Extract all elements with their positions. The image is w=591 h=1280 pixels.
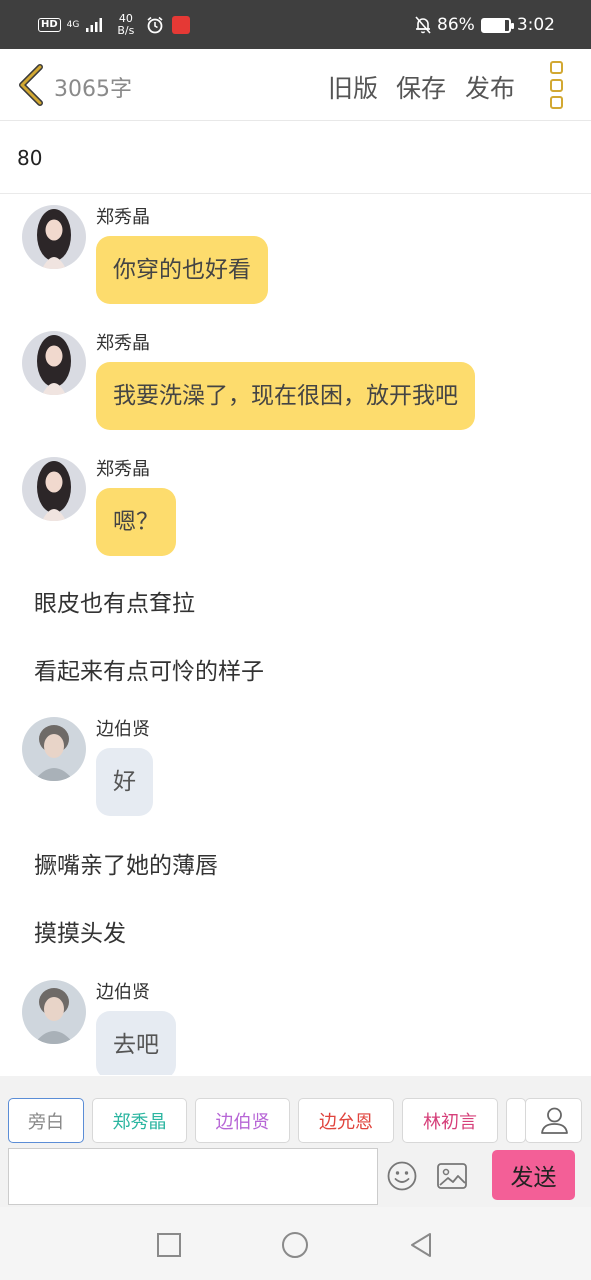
male-avatar xyxy=(22,980,86,1044)
narration-line[interactable]: 摸摸头发 xyxy=(34,914,126,948)
female-avatar xyxy=(22,457,86,521)
speed-unit: B/s xyxy=(117,24,135,37)
network-type: 4G xyxy=(66,20,80,30)
chat-message[interactable]: 边伯贤 去吧 xyxy=(0,978,591,1075)
character-chip[interactable]: 边伯贤 xyxy=(195,1098,290,1143)
chat-area[interactable]: 郑秀晶 你穿的也好看 郑秀晶 我要洗澡了，现在很困，放开我吧 郑秀晶 嗯？ 眼皮… xyxy=(0,195,591,1075)
save-button[interactable]: 保存 xyxy=(396,69,446,105)
character-chip[interactable]: 边允恩 xyxy=(298,1098,394,1143)
chat-message[interactable]: 边伯贤 好 xyxy=(0,715,591,825)
composer-bar: 旁白 郑秀晶 边伯贤 边允恩 林初言 发送 xyxy=(0,1076,591,1207)
mute-bell-icon xyxy=(415,16,431,34)
menu-dot xyxy=(550,78,563,92)
speech-bubble[interactable]: 嗯？ xyxy=(96,488,176,556)
status-bar-right: 86% 3:02 xyxy=(415,12,555,38)
chapter-title-row[interactable]: 80 xyxy=(0,122,591,194)
male-avatar xyxy=(22,717,86,781)
character-chip[interactable]: 林初言 xyxy=(402,1098,498,1143)
person-icon[interactable] xyxy=(525,1098,582,1143)
battery-icon xyxy=(480,17,514,33)
character-chip-overflow[interactable] xyxy=(506,1098,526,1143)
speech-bubble[interactable]: 好 xyxy=(96,748,153,816)
menu-dot xyxy=(550,61,563,74)
female-avatar xyxy=(22,331,86,395)
smiley-icon[interactable] xyxy=(386,1160,418,1192)
speech-bubble[interactable]: 我要洗澡了，现在很困，放开我吧 xyxy=(96,362,475,430)
circle-icon[interactable] xyxy=(281,1231,309,1259)
image-icon[interactable] xyxy=(436,1162,468,1190)
triangle-back-icon[interactable] xyxy=(407,1231,435,1259)
speaker-name: 边伯贤 xyxy=(96,719,150,740)
network-speed: 40 B/s xyxy=(117,13,134,37)
battery-percent: 86% xyxy=(437,15,475,35)
chevron-left-icon[interactable] xyxy=(14,63,48,107)
narration-line[interactable]: 眼皮也有点耷拉 xyxy=(34,584,195,618)
publish-button[interactable]: 发布 xyxy=(465,69,515,105)
menu-dot xyxy=(550,96,563,109)
female-avatar xyxy=(22,205,86,269)
status-bar-left: HD 4G 40 B/s xyxy=(38,10,191,40)
editor-toolbar: 3065字 旧版 保存 发布 xyxy=(0,49,591,121)
speaker-name: 郑秀晶 xyxy=(96,459,150,480)
chat-message[interactable]: 郑秀晶 嗯？ xyxy=(0,455,591,565)
alarm-icon xyxy=(147,16,163,34)
speaker-name: 边伯贤 xyxy=(96,982,150,1003)
send-button[interactable]: 发送 xyxy=(492,1150,575,1200)
more-vert-icon[interactable] xyxy=(550,61,568,109)
chapter-title[interactable]: 80 xyxy=(17,146,42,170)
message-input[interactable] xyxy=(8,1148,378,1205)
system-nav-bar xyxy=(0,1207,591,1280)
speaker-name: 郑秀晶 xyxy=(96,207,150,228)
narration-line[interactable]: 撅嘴亲了她的薄唇 xyxy=(34,846,218,880)
old-version-button[interactable]: 旧版 xyxy=(328,69,378,105)
chat-message[interactable]: 郑秀晶 我要洗澡了，现在很困，放开我吧 xyxy=(0,329,591,439)
square-icon[interactable] xyxy=(155,1231,183,1259)
speaker-name: 郑秀晶 xyxy=(96,333,150,354)
clock: 3:02 xyxy=(516,15,555,35)
signal-icon xyxy=(86,18,103,32)
character-chip[interactable]: 郑秀晶 xyxy=(92,1098,187,1143)
narration-line[interactable]: 看起来有点可怜的样子 xyxy=(34,652,264,686)
app-notification-icon xyxy=(172,16,191,34)
hd-badge: HD xyxy=(38,18,61,32)
chat-message[interactable]: 郑秀晶 你穿的也好看 xyxy=(0,203,591,313)
word-count: 3065字 xyxy=(54,77,132,102)
speech-bubble[interactable]: 你穿的也好看 xyxy=(96,236,268,304)
status-bar: HD 4G 40 B/s 86% 3:02 xyxy=(0,0,591,49)
speech-bubble[interactable]: 去吧 xyxy=(96,1011,176,1075)
character-chip-narrator[interactable]: 旁白 xyxy=(8,1098,84,1143)
